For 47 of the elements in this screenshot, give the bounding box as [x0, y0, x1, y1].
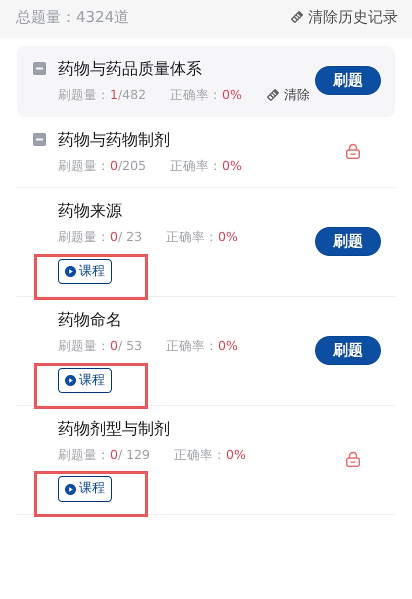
section-title: 药物来源 — [58, 200, 122, 222]
accuracy-label: 正确率： — [166, 336, 218, 355]
play-icon — [65, 484, 76, 495]
accuracy-label: 正确率： — [174, 446, 226, 464]
course-button[interactable]: 课程 — [58, 258, 112, 284]
done-count: 0 — [110, 228, 118, 246]
accuracy-label: 正确率： — [166, 228, 218, 246]
lock-icon — [345, 143, 361, 160]
lock-icon — [345, 451, 361, 468]
accuracy-value: 0% — [226, 446, 246, 464]
chapter-title: 药物与药品质量体系 — [58, 58, 202, 80]
accuracy-value: 0% — [222, 86, 242, 104]
accuracy-label: 正确率： — [170, 156, 222, 175]
accuracy-value: 0% — [218, 228, 238, 246]
accuracy-value: 0% — [218, 336, 238, 355]
count-label: 刷题量： — [58, 336, 110, 355]
play-icon — [65, 266, 76, 278]
clear-button[interactable]: 清除 — [266, 86, 310, 106]
count-label: 刷题量： — [58, 446, 110, 464]
practice-button[interactable]: 刷题 — [315, 336, 381, 365]
count-label: 刷题量： — [58, 228, 110, 246]
chapter-title: 药物与药物制剂 — [58, 129, 170, 152]
course-button[interactable]: 课程 — [58, 476, 112, 502]
done-count: 0 — [110, 446, 118, 464]
accuracy-label: 正确率： — [170, 86, 222, 104]
total-question-count: 总题量：4324道 — [16, 6, 130, 28]
practice-button[interactable]: 刷题 — [315, 226, 381, 256]
done-count: 0 — [110, 336, 118, 355]
practice-button[interactable]: 刷题 — [315, 66, 381, 96]
count-label: 刷题量： — [58, 156, 110, 175]
collapse-icon[interactable] — [33, 62, 46, 76]
collapse-icon[interactable] — [33, 133, 46, 146]
chapter-card[interactable]: 药物与药品质量体系 刷题量：1/482 正确率：0% 清除 刷题 — [17, 46, 395, 118]
play-icon — [65, 374, 76, 386]
done-count: 1 — [110, 86, 118, 104]
section-title: 药物命名 — [58, 309, 122, 332]
count-label: 刷题量： — [58, 86, 110, 104]
total-count: / 53 — [118, 336, 142, 355]
clear-history-button[interactable]: 清除历史记录 — [290, 6, 398, 28]
section-title: 药物剂型与制剂 — [58, 418, 170, 440]
total-count: /205 — [118, 156, 146, 175]
accuracy-value: 0% — [222, 156, 242, 175]
total-count: /482 — [118, 86, 146, 104]
course-button[interactable]: 课程 — [58, 368, 112, 394]
total-count: / 129 — [118, 446, 150, 464]
done-count: 0 — [110, 156, 118, 175]
total-count: / 23 — [118, 228, 142, 246]
